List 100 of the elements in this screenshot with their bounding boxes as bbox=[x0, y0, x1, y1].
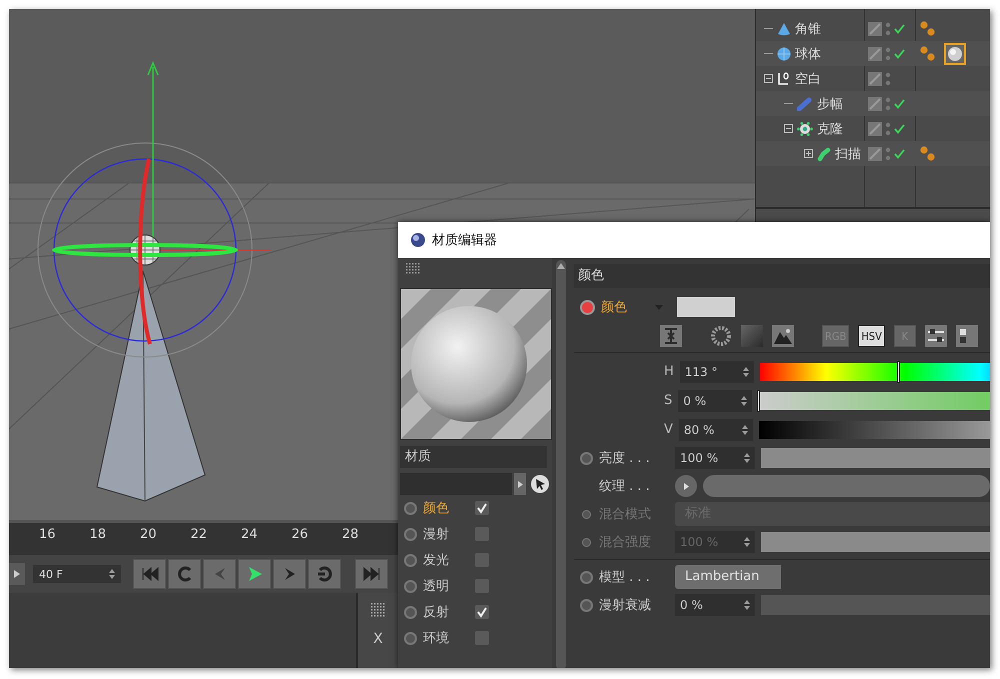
checkmark-icon[interactable] bbox=[894, 98, 905, 108]
animate-radio[interactable] bbox=[580, 300, 595, 314]
color-swatch[interactable] bbox=[677, 297, 735, 317]
sliders-icon[interactable] bbox=[924, 325, 947, 347]
swatches-icon[interactable] bbox=[956, 325, 978, 347]
number-field[interactable]: 113 ° bbox=[680, 360, 754, 382]
color-wheel-icon[interactable] bbox=[710, 325, 732, 347]
ring-icon[interactable] bbox=[404, 528, 417, 540]
ring-icon[interactable] bbox=[404, 606, 417, 618]
go-to-end-button[interactable] bbox=[355, 559, 388, 589]
channel-checkbox[interactable] bbox=[475, 579, 489, 593]
left-arrow-icon bbox=[212, 567, 226, 581]
loop-button[interactable] bbox=[308, 559, 341, 589]
spinner-arrows-icon[interactable] bbox=[744, 537, 750, 547]
object-name[interactable]: 扫描 bbox=[835, 144, 861, 162]
object-name[interactable]: 空白 bbox=[795, 70, 821, 88]
ring-icon[interactable] bbox=[580, 598, 593, 612]
ring-icon[interactable] bbox=[404, 502, 417, 514]
channel-item[interactable]: 漫射 bbox=[423, 525, 469, 543]
object-name[interactable]: 球体 bbox=[795, 44, 821, 62]
checkmark-icon bbox=[476, 606, 488, 618]
color-mode-button[interactable]: HSV bbox=[858, 325, 885, 347]
sweep-icon bbox=[817, 146, 831, 162]
parameter-label: 纹理 . . . bbox=[599, 478, 651, 495]
channel-checkbox[interactable] bbox=[475, 605, 489, 619]
spinner-arrows-icon[interactable] bbox=[744, 453, 750, 463]
channel-item[interactable]: 反射 bbox=[423, 603, 469, 621]
next-frame-button[interactable] bbox=[273, 559, 306, 589]
null-object-icon bbox=[777, 72, 791, 86]
visibility-dots-icon[interactable] bbox=[885, 120, 891, 136]
number-field[interactable]: 80 % bbox=[678, 418, 753, 440]
object-name[interactable]: 克隆 bbox=[817, 120, 843, 138]
channel-checkbox[interactable] bbox=[475, 553, 489, 567]
object-name[interactable]: 角锥 bbox=[795, 20, 821, 38]
checkmark-icon[interactable] bbox=[894, 124, 905, 134]
slider-thumb[interactable] bbox=[757, 390, 760, 412]
previous-frame-button[interactable] bbox=[203, 559, 236, 589]
spinner-arrows-icon[interactable] bbox=[109, 569, 115, 579]
frame-field[interactable]: 40 F bbox=[33, 565, 121, 583]
channel-checkbox[interactable] bbox=[475, 501, 489, 515]
collapse-icon[interactable] bbox=[784, 124, 793, 133]
frame-number: 18 bbox=[90, 526, 108, 544]
channel-item[interactable]: 环境 bbox=[423, 629, 469, 647]
previous-key-button[interactable] bbox=[168, 559, 201, 589]
play-button[interactable] bbox=[238, 559, 271, 589]
collapse-icon[interactable] bbox=[764, 74, 773, 83]
object-row[interactable]: 空白 bbox=[756, 66, 990, 91]
number-field[interactable]: 100 % bbox=[675, 447, 755, 469]
checkmark-icon[interactable] bbox=[894, 24, 905, 34]
material-tag-icon[interactable] bbox=[944, 42, 966, 64]
layer-icon[interactable] bbox=[868, 96, 882, 110]
go-to-start-button[interactable] bbox=[133, 559, 166, 589]
layer-icon[interactable] bbox=[868, 146, 882, 160]
checkmark-icon[interactable] bbox=[894, 148, 905, 158]
layer-icon[interactable] bbox=[868, 22, 882, 36]
spinner-arrows-icon[interactable] bbox=[744, 600, 750, 610]
spinner-arrows-icon[interactable] bbox=[742, 366, 749, 376]
image-icon[interactable] bbox=[772, 325, 794, 347]
slider-thumb[interactable] bbox=[896, 360, 900, 382]
ring-icon[interactable] bbox=[404, 580, 417, 592]
frame-number: 28 bbox=[342, 526, 360, 544]
eyedropper-icon[interactable] bbox=[660, 325, 682, 347]
skip-back-icon bbox=[140, 567, 158, 581]
triangle-icon bbox=[518, 480, 522, 488]
up-arrow-icon[interactable] bbox=[557, 262, 565, 270]
visibility-dots-icon[interactable] bbox=[885, 20, 891, 36]
visibility-dots-icon[interactable] bbox=[885, 146, 891, 162]
layer-icon[interactable] bbox=[868, 122, 882, 136]
expand-button[interactable] bbox=[675, 475, 697, 497]
value-slider[interactable] bbox=[761, 448, 990, 468]
expand-button[interactable] bbox=[514, 473, 526, 495]
ring-icon[interactable] bbox=[580, 570, 593, 584]
gradient-square-icon[interactable] bbox=[741, 325, 763, 347]
layer-icon[interactable] bbox=[868, 72, 882, 86]
channel-item[interactable]: 透明 bbox=[423, 577, 469, 595]
checkmark-icon[interactable] bbox=[894, 48, 905, 58]
pointer-icon[interactable] bbox=[530, 474, 550, 494]
channel-item[interactable]: 颜色 bbox=[423, 499, 469, 517]
visibility-dots-icon[interactable] bbox=[885, 46, 891, 62]
material-name-field[interactable]: 材质 bbox=[400, 446, 547, 468]
ring-icon[interactable] bbox=[404, 632, 417, 644]
ring-icon[interactable] bbox=[580, 452, 593, 464]
texture-field[interactable] bbox=[703, 475, 990, 497]
visibility-dots-icon[interactable] bbox=[885, 96, 891, 112]
layer-icon[interactable] bbox=[868, 46, 882, 60]
object-name[interactable]: 步幅 bbox=[817, 94, 843, 112]
dropdown[interactable]: Lambertian bbox=[675, 565, 781, 589]
number-field[interactable]: 0 % bbox=[678, 390, 752, 412]
ring-icon[interactable] bbox=[404, 554, 417, 566]
visibility-dots-icon[interactable] bbox=[885, 70, 891, 86]
number-field[interactable]: 0 % bbox=[675, 594, 755, 616]
value-slider[interactable] bbox=[761, 595, 990, 615]
spinner-arrows-icon[interactable] bbox=[741, 396, 748, 406]
expand-icon[interactable] bbox=[804, 149, 813, 158]
channel-checkbox[interactable] bbox=[475, 631, 489, 645]
scrollbar[interactable] bbox=[556, 260, 566, 668]
play-mode-button[interactable] bbox=[9, 563, 25, 585]
spinner-arrows-icon[interactable] bbox=[742, 424, 748, 434]
channel-checkbox[interactable] bbox=[475, 527, 489, 541]
channel-item[interactable]: 发光 bbox=[423, 551, 469, 569]
